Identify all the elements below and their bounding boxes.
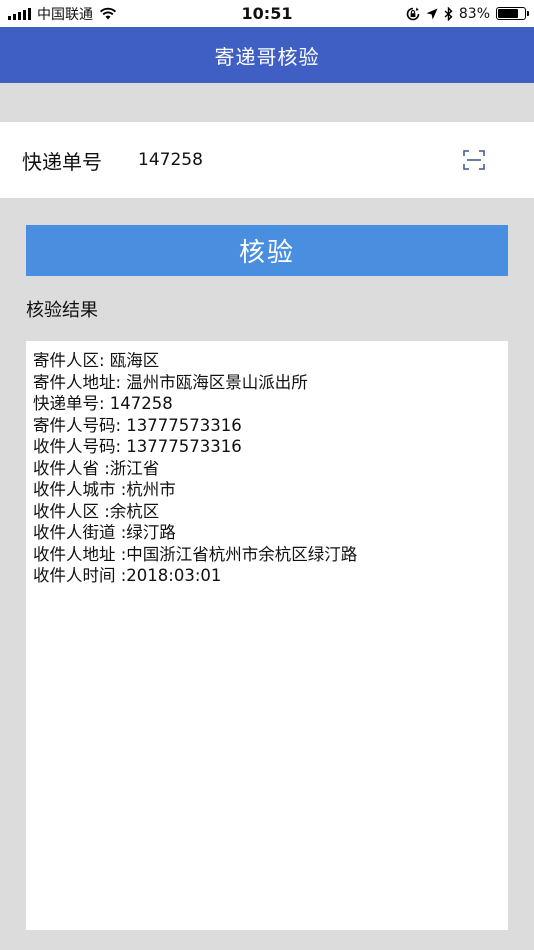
status-left: 中国联通 — [0, 4, 117, 24]
result-line: 收件人街道 :绿汀路 — [33, 523, 176, 542]
verify-button[interactable]: 核验 — [26, 225, 508, 276]
bluetooth-icon — [444, 6, 453, 21]
result-line: 收件人区 :余杭区 — [33, 501, 160, 521]
signal-icon — [8, 7, 31, 20]
result-line: 收件人省 :浙江省 — [33, 458, 160, 478]
result-line: 寄件人地址: 温州市瓯海区景山派出所 — [33, 372, 308, 392]
status-time: 10:51 — [241, 4, 293, 23]
carrier-name: 中国联通 — [37, 6, 93, 23]
result-line: 收件人城市 :杭州市 — [33, 480, 176, 499]
result-line: 收件人号码: 13777573316 — [33, 437, 242, 456]
nav-bar: 寄递哥核验 — [0, 27, 534, 83]
status-bar: 中国联通 10:51 83% — [0, 0, 534, 27]
status-right: 83% — [406, 6, 534, 22]
battery-icon — [496, 7, 529, 20]
result-box[interactable]: 寄件人区: 瓯海区寄件人地址: 温州市瓯海区景山派出所 快递单号: 147258 寄… — [26, 341, 508, 930]
battery-percent: 83% — [458, 5, 490, 22]
tracking-number-input[interactable] — [138, 150, 438, 170]
wifi-icon — [99, 7, 117, 20]
tracking-label: 快递单号 — [22, 149, 102, 174]
page-title: 寄递哥核验 — [214, 44, 320, 69]
result-title: 核验结果 — [26, 300, 98, 321]
location-arrow-icon — [426, 8, 438, 19]
tracking-row: 快递单号 — [0, 122, 534, 198]
scan-icon[interactable] — [462, 149, 486, 171]
rotation-lock-icon — [406, 7, 420, 20]
battery-fill — [498, 9, 518, 18]
result-line: 寄件人号码: 13777573316 — [33, 415, 242, 435]
result-line: 收件人时间 :2018:03:01 — [33, 566, 222, 585]
result-line: 寄件人区: 瓯海区 — [33, 351, 160, 370]
result-line: 收件人地址 :中国浙江省杭州市余杭区绿汀路 — [33, 544, 358, 564]
result-line: 快递单号: 147258 — [33, 394, 173, 413]
